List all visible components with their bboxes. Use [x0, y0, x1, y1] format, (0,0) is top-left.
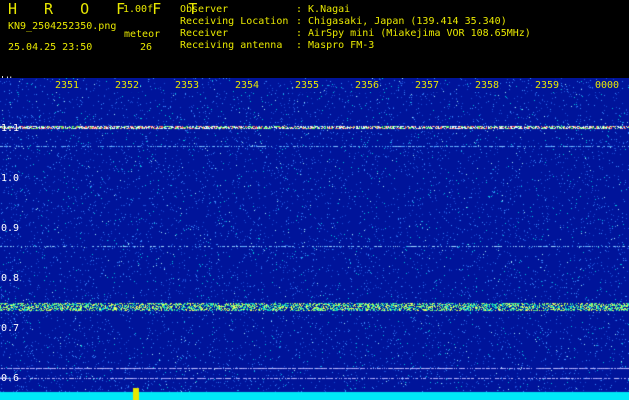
- mode-label: meteor: [124, 29, 161, 40]
- datetime-label: 25.04.25 23:50: [8, 42, 93, 53]
- time-tick-2351: 2351: [54, 80, 81, 92]
- filename-label: KN9_2504252350.png: [8, 21, 117, 32]
- antenna-label: Receiving antenna: [180, 40, 283, 51]
- time-tick-0000: 0000: [594, 80, 621, 92]
- y-tick-0-6: 0.6: [1, 373, 20, 384]
- count-label: 26: [140, 42, 153, 53]
- time-tick-2359: 2359: [534, 80, 561, 92]
- time-tick-2356: 2356: [354, 80, 381, 92]
- header-panel: H R O F F T 1.00f KN9_2504252350.png met…: [0, 0, 629, 86]
- version-label: 1.00f: [123, 4, 154, 15]
- antenna-value: : Maspro FM-3: [296, 40, 375, 51]
- y-tick-0-7: 0.7: [1, 323, 20, 334]
- time-tick-2355: 2355: [294, 80, 321, 92]
- y-tick-1-0: 1.0: [1, 173, 20, 184]
- time-tick-2354: 2354: [234, 80, 261, 92]
- y-tick-0-9: 0.9: [1, 223, 20, 234]
- y-tick-0-8: 0.8: [1, 273, 20, 284]
- y-tick-1-1: 1.1: [1, 123, 20, 134]
- app-title: H R O F F T: [8, 0, 207, 18]
- time-tick-2352: 2352: [114, 80, 141, 92]
- time-tick-2358: 2358: [474, 80, 501, 92]
- spectrogram-canvas: [0, 78, 629, 400]
- time-tick-2357: 2357: [414, 80, 441, 92]
- time-tick-2353: 2353: [174, 80, 201, 92]
